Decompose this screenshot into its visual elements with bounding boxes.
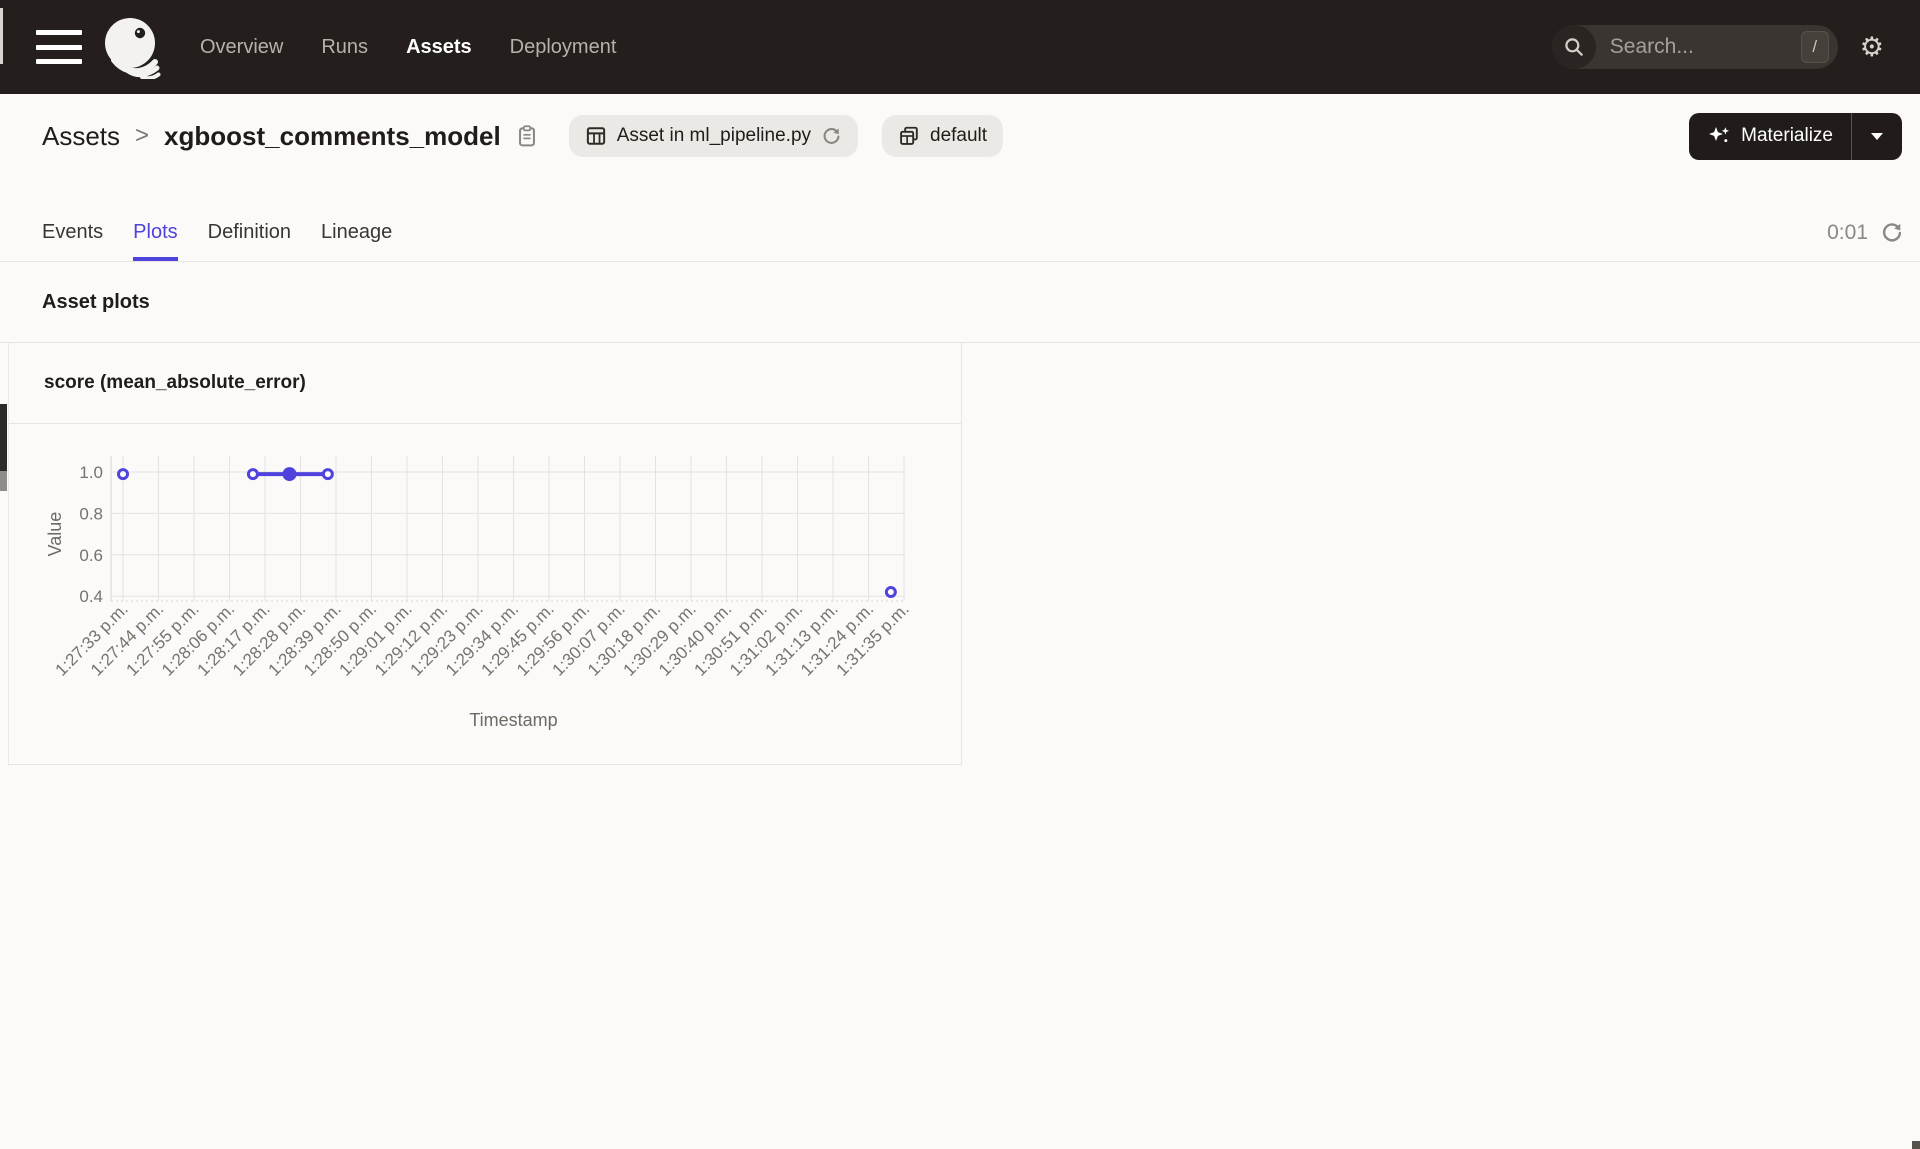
top-navigation-bar: Overview Runs Assets Deployment / ⚙ bbox=[0, 0, 1920, 94]
refresh-timer-group: 0:01 bbox=[1827, 221, 1904, 245]
nav-item-deployment[interactable]: Deployment bbox=[510, 36, 617, 59]
refresh-timer: 0:01 bbox=[1827, 220, 1868, 244]
search-shortcut-key: / bbox=[1800, 31, 1829, 63]
svg-text:1.0: 1.0 bbox=[79, 463, 103, 482]
tab-lineage[interactable]: Lineage bbox=[321, 204, 392, 261]
caret-down-icon bbox=[1871, 132, 1883, 140]
svg-text:0.4: 0.4 bbox=[79, 587, 103, 606]
asset-badges: Asset in ml_pipeline.py default bbox=[568, 115, 1004, 157]
nav-item-runs[interactable]: Runs bbox=[321, 36, 368, 59]
reload-icon[interactable] bbox=[1880, 221, 1904, 245]
search-icon bbox=[1565, 38, 1583, 56]
nav-item-overview[interactable]: Overview bbox=[200, 36, 283, 59]
reload-icon[interactable] bbox=[821, 126, 842, 147]
tab-events[interactable]: Events bbox=[42, 204, 103, 261]
asset-tabs: Events Plots Definition Lineage 0:01 bbox=[0, 204, 1920, 262]
svg-text:Timestamp: Timestamp bbox=[469, 710, 557, 730]
tab-lineage-label: Lineage bbox=[321, 221, 393, 243]
asset-group-badge[interactable]: default bbox=[882, 115, 1004, 157]
primary-nav-links: Overview Runs Assets Deployment bbox=[200, 36, 616, 59]
materialize-button-label: Materialize bbox=[1741, 125, 1833, 146]
gear-icon[interactable]: ⚙ bbox=[1860, 34, 1884, 61]
table-stack-icon bbox=[900, 126, 918, 145]
sparkles-icon bbox=[1709, 127, 1730, 143]
svg-text:Value: Value bbox=[45, 512, 65, 557]
tab-events-label: Events bbox=[42, 221, 104, 243]
materialize-button-group: Materialize bbox=[1689, 112, 1902, 160]
search-icon-circle bbox=[1551, 25, 1596, 69]
svg-text:0.6: 0.6 bbox=[79, 546, 103, 565]
tab-plots[interactable]: Plots bbox=[133, 204, 179, 261]
search-input[interactable] bbox=[1607, 34, 1762, 60]
materialize-button[interactable]: Materialize bbox=[1689, 113, 1851, 160]
section-title: Asset plots bbox=[42, 290, 150, 313]
plot-card-title: score (mean_absolute_error) bbox=[44, 372, 306, 393]
tab-plots-label: Plots bbox=[133, 221, 178, 243]
nav-item-assets[interactable]: Assets bbox=[406, 36, 472, 59]
table-icon bbox=[586, 127, 605, 145]
window-edge-gray-strip bbox=[0, 471, 7, 491]
nav-right-group: / ⚙ bbox=[1551, 25, 1884, 69]
asset-group-badge-label: default bbox=[930, 125, 988, 146]
plot-card: score (mean_absolute_error) 1.0 0.8 0.6 0.4… bbox=[8, 343, 962, 765]
breadcrumb-separator: > bbox=[135, 122, 150, 149]
window-edge-dark-strip bbox=[0, 404, 7, 471]
asset-definition-badge[interactable]: Asset in ml_pipeline.py bbox=[568, 115, 859, 157]
asset-plot-chart: 1.00.80.60.41:27:33 p.m.1:27:44 p.m.1:27… bbox=[45, 456, 913, 730]
window-edge-sliver bbox=[0, 8, 3, 64]
search-box[interactable]: / bbox=[1551, 25, 1838, 69]
breadcrumb-assets-link[interactable]: Assets bbox=[42, 121, 120, 152]
asset-header: Assets > xgboost_comments_model Asset in… bbox=[0, 94, 1920, 178]
asset-plots-section-header: Asset plots bbox=[0, 262, 1920, 343]
tab-definition-label: Definition bbox=[207, 221, 292, 243]
asset-definition-badge-label: Asset in ml_pipeline.py bbox=[616, 125, 812, 146]
tab-definition[interactable]: Definition bbox=[208, 204, 291, 261]
plot-card-title-row: score (mean_absolute_error) bbox=[9, 343, 961, 424]
dagster-asset-page: Overview Runs Assets Deployment / ⚙ Asse… bbox=[0, 0, 1920, 1149]
clipboard-copy-icon[interactable] bbox=[515, 124, 539, 148]
page-title: xgboost_comments_model bbox=[164, 120, 501, 151]
materialize-dropdown-button[interactable] bbox=[1851, 112, 1902, 160]
dagster-logo[interactable] bbox=[100, 15, 164, 79]
svg-text:0.8: 0.8 bbox=[79, 504, 103, 523]
window-corner-resize-handle bbox=[1912, 1141, 1920, 1149]
chart-container: 1.0 0.8 0.6 0.4 1:27:33 p.m. 1:27:44 p.m. 1:27… bbox=[9, 424, 963, 765]
hamburger-menu-icon[interactable] bbox=[36, 30, 82, 64]
